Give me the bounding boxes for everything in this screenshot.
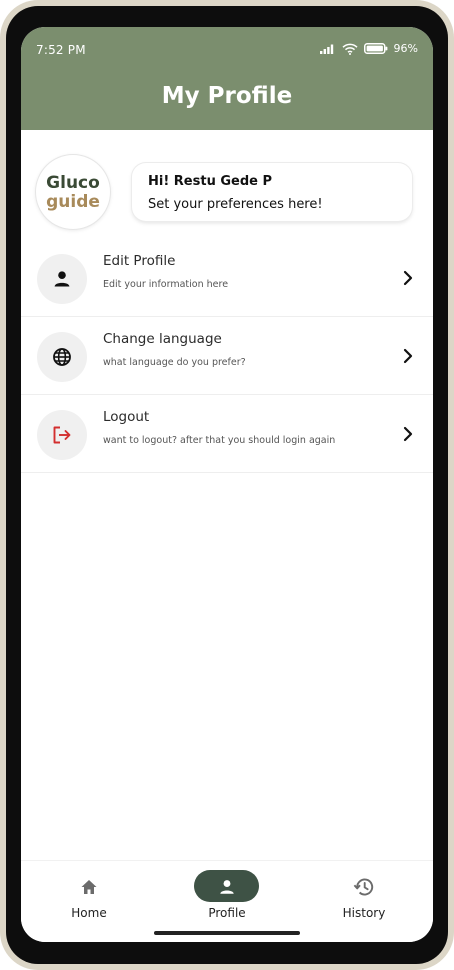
- nav-icon-wrap: [34, 877, 144, 897]
- menu-title: Edit Profile: [103, 253, 176, 269]
- globe-icon: [53, 348, 71, 366]
- nav-label-history: History: [342, 906, 386, 920]
- history-icon: [353, 878, 374, 896]
- nav-icon-wrap: [172, 877, 282, 897]
- glucoguide-logo: Gluco guide: [36, 155, 110, 229]
- logout-icon-wrap: [37, 410, 87, 460]
- status-icons: 96%: [319, 42, 418, 55]
- menu-title: Change language: [103, 331, 222, 347]
- logout-icon: [53, 426, 71, 444]
- menu-subtitle: Edit your information here: [103, 279, 229, 290]
- menu-item-edit-profile[interactable]: Edit Profile Edit your information here: [21, 239, 433, 317]
- greeting-subtitle: Set your preferences here!: [148, 197, 323, 212]
- menu-title: Logout: [103, 409, 150, 425]
- nav-icon-wrap: [309, 877, 419, 897]
- person-icon: [54, 271, 70, 287]
- menu-item-change-language[interactable]: Change language what language do you pre…: [21, 317, 433, 395]
- logo-text-bottom: guide: [46, 192, 100, 212]
- signal-icon: [319, 44, 333, 54]
- menu-subtitle: what language do you prefer?: [103, 357, 246, 368]
- page-title: My Profile: [161, 83, 293, 109]
- logo-text-top: Gluco: [46, 173, 100, 193]
- status-time: 7:52 PM: [36, 43, 86, 57]
- change-language-icon-wrap: [37, 332, 87, 382]
- menu-item-logout[interactable]: Logout want to logout? after that you sh…: [21, 395, 433, 473]
- chevron-right-icon: [403, 426, 413, 442]
- menu-subtitle: want to logout? after that you should lo…: [103, 435, 336, 446]
- home-icon: [81, 880, 97, 894]
- person-icon: [220, 880, 234, 894]
- wifi-icon: [342, 43, 358, 55]
- battery-percent: 96%: [393, 42, 418, 55]
- chevron-right-icon: [403, 348, 413, 364]
- nav-item-home[interactable]: Home: [34, 871, 144, 923]
- greeting-name: Hi! Restu Gede P: [148, 174, 273, 189]
- home-indicator: [154, 931, 300, 935]
- nav-item-history[interactable]: History: [309, 871, 419, 923]
- chevron-right-icon: [403, 270, 413, 286]
- edit-profile-icon-wrap: [37, 254, 87, 304]
- nav-label-profile: Profile: [208, 906, 246, 920]
- app-screen: 7:52 PM 96% My Profile Gluco guide Hi! R…: [21, 27, 433, 942]
- bottom-navigation: Home Profile History: [21, 860, 433, 942]
- battery-icon: [363, 43, 387, 54]
- nav-label-home: Home: [71, 906, 107, 920]
- nav-item-profile[interactable]: Profile: [172, 871, 282, 923]
- app-header: 7:52 PM 96% My Profile: [21, 27, 433, 130]
- greeting-card: Hi! Restu Gede P Set your preferences he…: [132, 163, 412, 221]
